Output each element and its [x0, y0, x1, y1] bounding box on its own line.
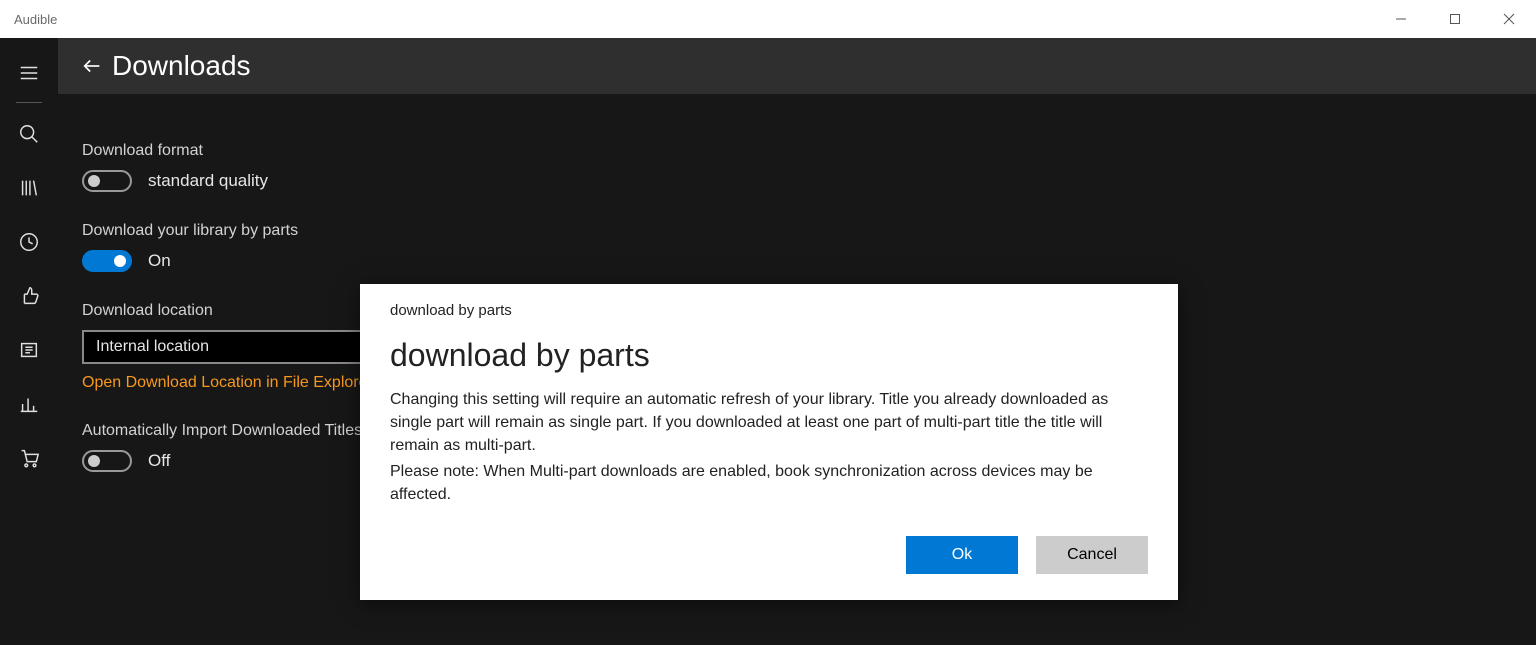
minimize-button[interactable] [1374, 0, 1428, 38]
page-header: Downloads [58, 38, 1536, 94]
hamburger-menu-button[interactable] [0, 46, 58, 100]
page-title: Downloads [112, 50, 251, 82]
download-format-toggle[interactable] [82, 170, 132, 192]
sidebar-divider [16, 102, 42, 103]
thumbs-up-icon[interactable] [0, 269, 58, 323]
search-icon[interactable] [0, 107, 58, 161]
download-by-parts-toggle[interactable] [82, 250, 132, 272]
download-format-value: standard quality [148, 171, 268, 191]
window-controls [1374, 0, 1536, 38]
back-button[interactable] [72, 55, 112, 77]
download-by-parts-section: Download your library by parts On [82, 222, 1536, 272]
auto-import-toggle[interactable] [82, 450, 132, 472]
dialog-title: download by parts [390, 337, 1148, 374]
download-format-label: Download format [82, 142, 1536, 160]
download-by-parts-value: On [148, 251, 171, 271]
dialog-caption: download by parts [390, 302, 1148, 319]
library-icon[interactable] [0, 161, 58, 215]
download-location-value: Internal location [96, 338, 209, 356]
ok-button[interactable]: Ok [906, 536, 1018, 574]
dialog-body: Changing this setting will require an au… [390, 388, 1148, 506]
cancel-button[interactable]: Cancel [1036, 536, 1148, 574]
dialog-paragraph-1: Changing this setting will require an au… [390, 388, 1148, 458]
cart-icon[interactable] [0, 431, 58, 485]
download-by-parts-label: Download your library by parts [82, 222, 1536, 240]
maximize-button[interactable] [1428, 0, 1482, 38]
dialog-buttons: Ok Cancel [390, 536, 1148, 574]
app-body: Downloads Download format standard quali… [0, 38, 1536, 645]
close-button[interactable] [1482, 0, 1536, 38]
window-titlebar: Audible [0, 0, 1536, 38]
sidebar [0, 38, 58, 645]
download-format-section: Download format standard quality [82, 142, 1536, 192]
dialog-paragraph-2: Please note: When Multi-part downloads a… [390, 460, 1148, 506]
download-by-parts-dialog: download by parts download by parts Chan… [360, 284, 1178, 600]
news-icon[interactable] [0, 323, 58, 377]
stats-icon[interactable] [0, 377, 58, 431]
window-title: Audible [14, 12, 57, 27]
clock-icon[interactable] [0, 215, 58, 269]
auto-import-value: Off [148, 451, 170, 471]
